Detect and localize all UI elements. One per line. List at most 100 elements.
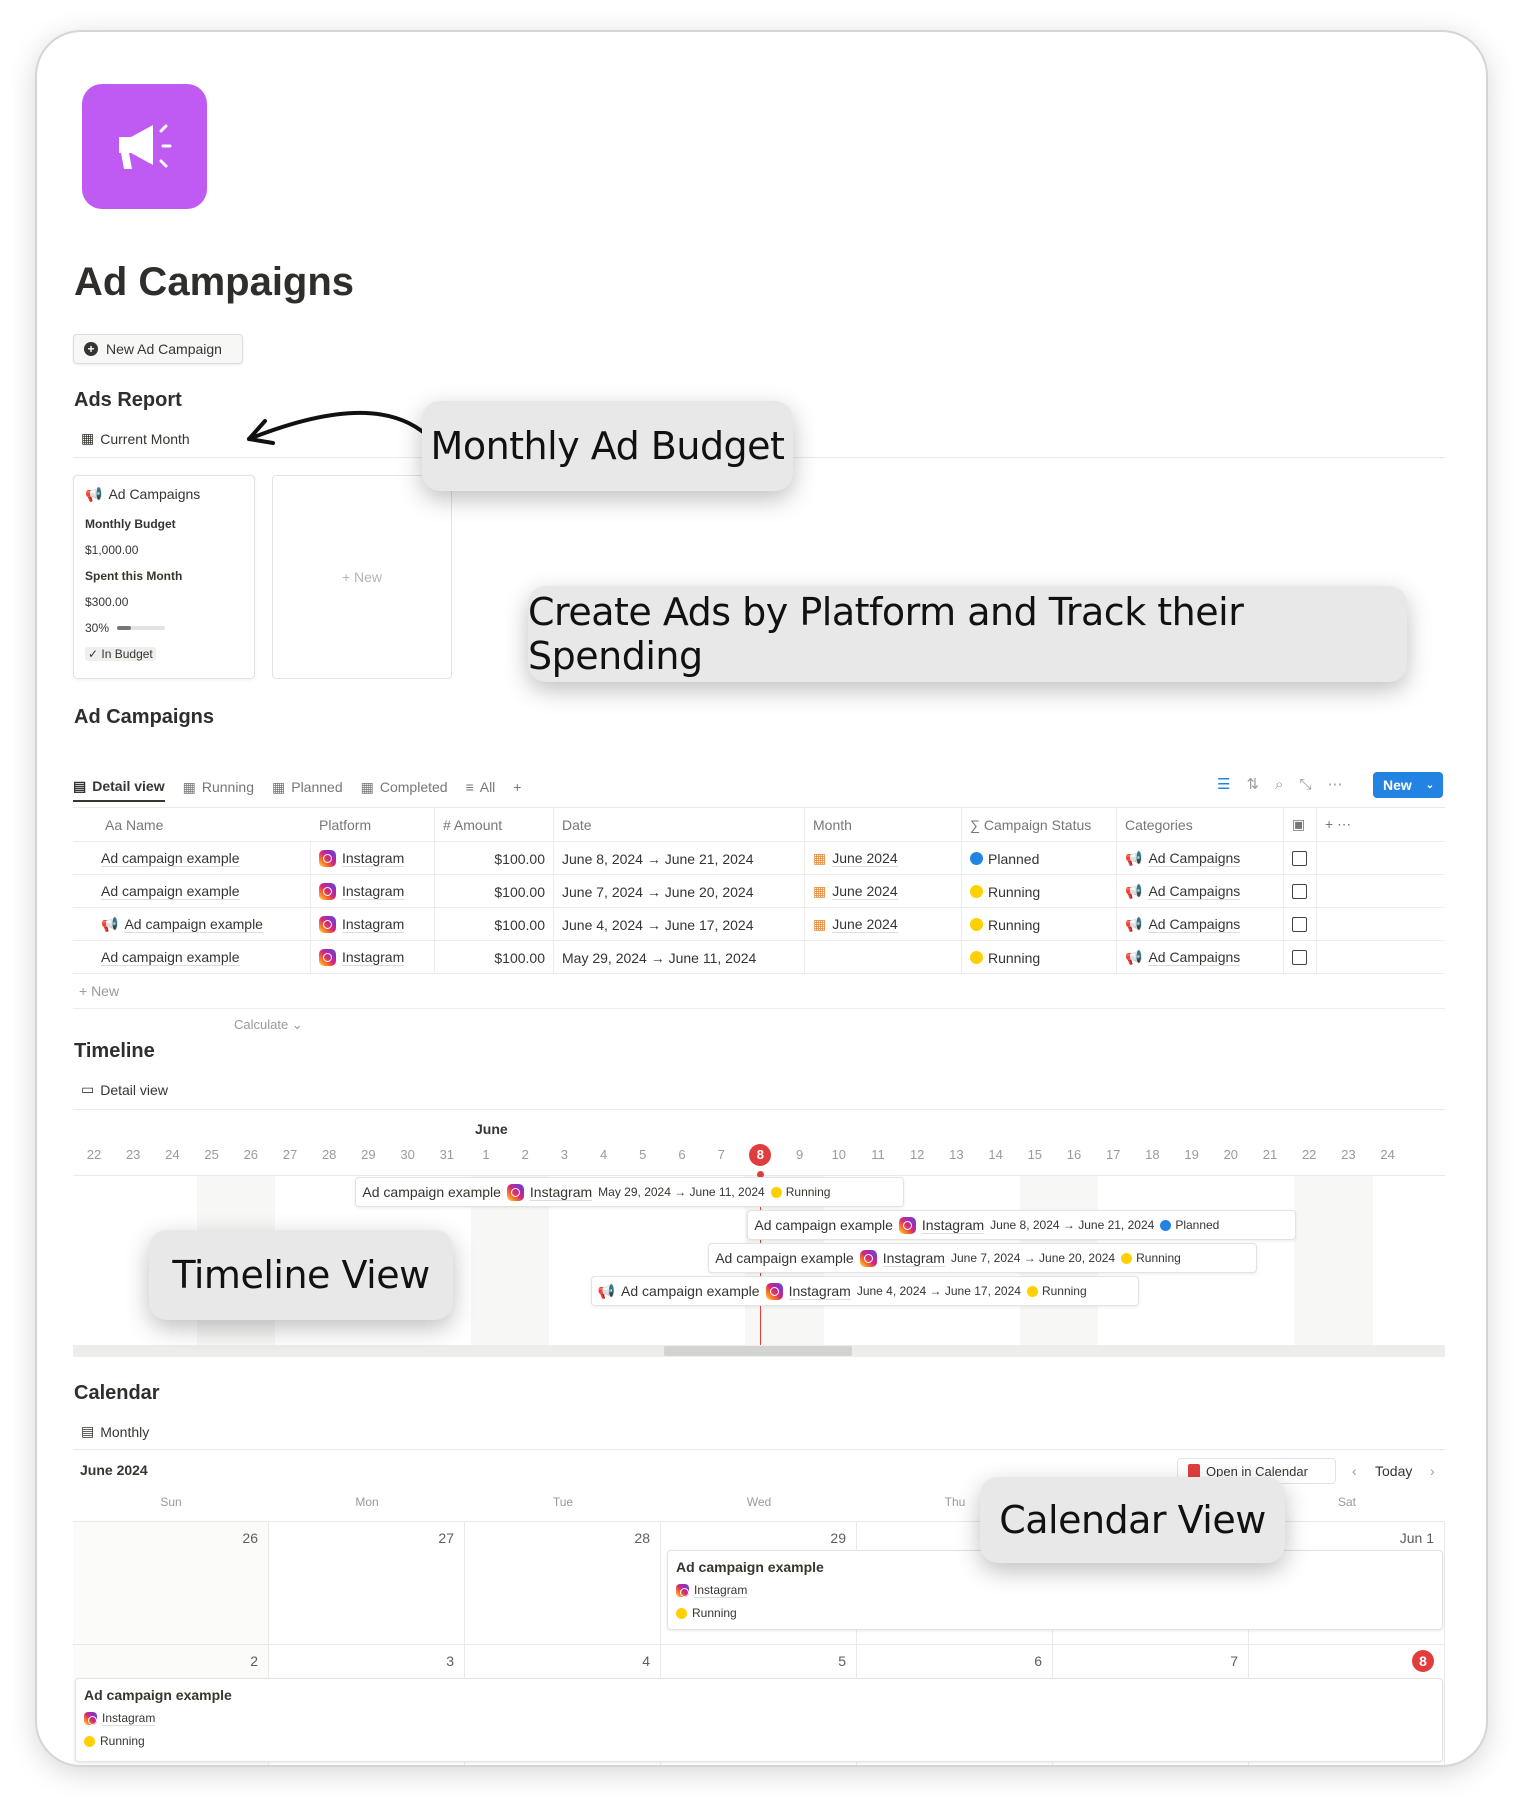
checkbox[interactable] [1292,917,1307,932]
checkbox[interactable] [1292,950,1307,965]
calculate-button[interactable]: Calculate ⌄ [234,1017,303,1033]
checkbox[interactable] [1292,851,1307,866]
campaign-name: Ad campaign example [101,850,240,867]
column-header[interactable]: Categories [1117,808,1284,841]
view-tab-monthly[interactable]: ▤ Monthly [81,1423,149,1440]
column-header[interactable]: Platform [311,808,435,841]
status-cell[interactable]: Running [962,908,1117,941]
instagram-icon [765,1282,783,1300]
column-header[interactable]: Aa Name [97,808,311,841]
name-cell[interactable]: Ad campaign example [93,842,311,875]
bar-date: June 8, 2024 → June 21, 2024 [990,1218,1155,1232]
category-cell[interactable]: 📢 Ad Campaigns [1117,842,1284,875]
month-cell[interactable] [805,941,962,974]
table-row[interactable]: Ad campaign example Instagram $100.00 June … [73,875,1445,908]
divider [73,1109,1445,1110]
bar-platform: Instagram [882,1249,945,1267]
timeline-day: 22 [86,1147,102,1162]
budget-value: $1,000.00 [85,543,139,557]
column-header[interactable]: Date [554,808,805,841]
day-number: 28 [634,1530,650,1546]
platform-cell[interactable]: Instagram [311,842,435,875]
name-cell[interactable]: 📢 Ad campaign example [93,908,311,941]
day-number: 2 [250,1653,258,1669]
add-row-button[interactable]: + New [79,983,119,999]
month-cell[interactable]: ▦ June 2024 [805,908,962,941]
event-platform: Instagram [84,1711,1434,1726]
table-row[interactable]: Ad campaign example Instagram $100.00 May 2… [73,941,1445,974]
timeline-day: 21 [1262,1147,1278,1162]
platform-cell[interactable]: Instagram [311,941,435,974]
gallery-new-card[interactable]: + New [272,475,452,679]
name-cell[interactable]: Ad campaign example [93,941,311,974]
gallery-card-ad-campaigns[interactable]: 📢 Ad Campaigns Monthly Budget $1,000.00 S… [73,475,255,679]
name-cell[interactable]: Ad campaign example [93,875,311,908]
category-cell[interactable]: 📢 Ad Campaigns [1117,941,1284,974]
day-number: 26 [242,1530,258,1546]
column-header[interactable]: # Amount [435,808,554,841]
callout-monthly-budget: Monthly Ad Budget [422,401,793,491]
timeline-day: 18 [1145,1147,1160,1162]
timeline-day: 23 [1341,1147,1356,1162]
timeline-bar[interactable]: 📢 Ad campaign example Instagram June 4, 202… [590,1276,1140,1306]
amount-cell[interactable]: $100.00 [435,875,554,908]
checkbox-cell[interactable] [1284,908,1317,941]
platform-cell[interactable]: Instagram [311,908,435,941]
platform-name: Instagram [694,1583,748,1598]
calendar-app-icon [1188,1464,1200,1478]
calendar-event[interactable]: Ad campaign example Instagram Running [75,1678,1443,1762]
prev-month-button[interactable]: ‹ [1352,1463,1357,1479]
status-dot-icon [676,1607,687,1619]
timeline-day: 2 [521,1147,529,1162]
amount-cell[interactable]: $100.00 [435,941,554,974]
bar-date: June 7, 2024 → June 20, 2024 [950,1251,1116,1265]
status-cell[interactable]: Running [962,875,1117,908]
table-row[interactable]: 📢 Ad campaign example Instagram $100.00 June… [73,908,1445,941]
date-cell[interactable]: June 7, 2024 → June 20, 2024 [554,875,805,908]
amount-cell[interactable]: $100.00 [435,908,554,941]
checkbox[interactable] [1292,884,1307,899]
category-cell[interactable]: 📢 Ad Campaigns [1117,875,1284,908]
next-month-button[interactable]: › [1430,1463,1435,1479]
page-icon[interactable] [82,84,207,209]
column-header[interactable]: ∑ Campaign Status [962,808,1117,841]
date-cell[interactable]: June 8, 2024 → June 21, 2024 [554,842,805,875]
date-cell[interactable]: June 4, 2024 → June 17, 2024 [554,908,805,941]
view-tab-current-month[interactable]: ▦ Current Month [81,430,190,447]
today-button[interactable]: Today [1375,1463,1412,1479]
status-cell[interactable]: Running [962,941,1117,974]
status-label: Planned [988,850,1040,867]
instagram-icon [319,916,336,933]
column-header[interactable]: Month [805,808,962,841]
status-dot-icon [84,1735,95,1747]
timeline-bar[interactable]: Ad campaign example Instagram June 8, 2024… [747,1210,1297,1240]
checkbox-cell[interactable] [1284,842,1317,875]
new-ad-campaign-button[interactable]: + New Ad Campaign [73,334,243,364]
timeline-month: June [475,1121,508,1137]
checkbox-cell[interactable] [1284,875,1317,908]
timeline-bar[interactable]: Ad campaign example Instagram May 29, 2024… [355,1177,905,1207]
calendar-day-cell[interactable]: 26 [73,1522,269,1645]
month-cell[interactable]: ▦ June 2024 [805,875,962,908]
month-cell[interactable]: ▦ June 2024 [805,842,962,875]
timeline-day: 28 [321,1147,337,1162]
date-cell[interactable]: May 29, 2024 → June 11, 2024 [554,941,805,974]
checkbox-cell[interactable] [1284,941,1317,974]
megaphone-icon: 📢 [85,486,103,502]
archive-column-icon[interactable]: ▣ [1284,808,1317,841]
calendar-day-cell[interactable]: 27 [269,1522,465,1645]
scrollbar-thumb[interactable] [664,1346,852,1356]
category-cell[interactable]: 📢 Ad Campaigns [1117,908,1284,941]
platform-cell[interactable]: Instagram [311,875,435,908]
amount-cell[interactable]: $100.00 [435,842,554,875]
calendar-icon: ▦ [813,850,827,866]
timeline-bar[interactable]: Ad campaign example Instagram June 7, 2024… [708,1243,1257,1273]
status-dot-icon [1026,1285,1038,1297]
budget-label: Monthly Budget [85,517,176,531]
view-tab-detail[interactable]: ▭ Detail view [81,1081,168,1098]
status-cell[interactable]: Planned [962,842,1117,875]
table-row[interactable]: Ad campaign example Instagram $100.00 June … [73,842,1445,875]
add-column-button[interactable]: + ⋯ [1317,808,1377,841]
calendar-day-cell[interactable]: 28 [465,1522,661,1645]
status-label: Running [988,916,1041,933]
